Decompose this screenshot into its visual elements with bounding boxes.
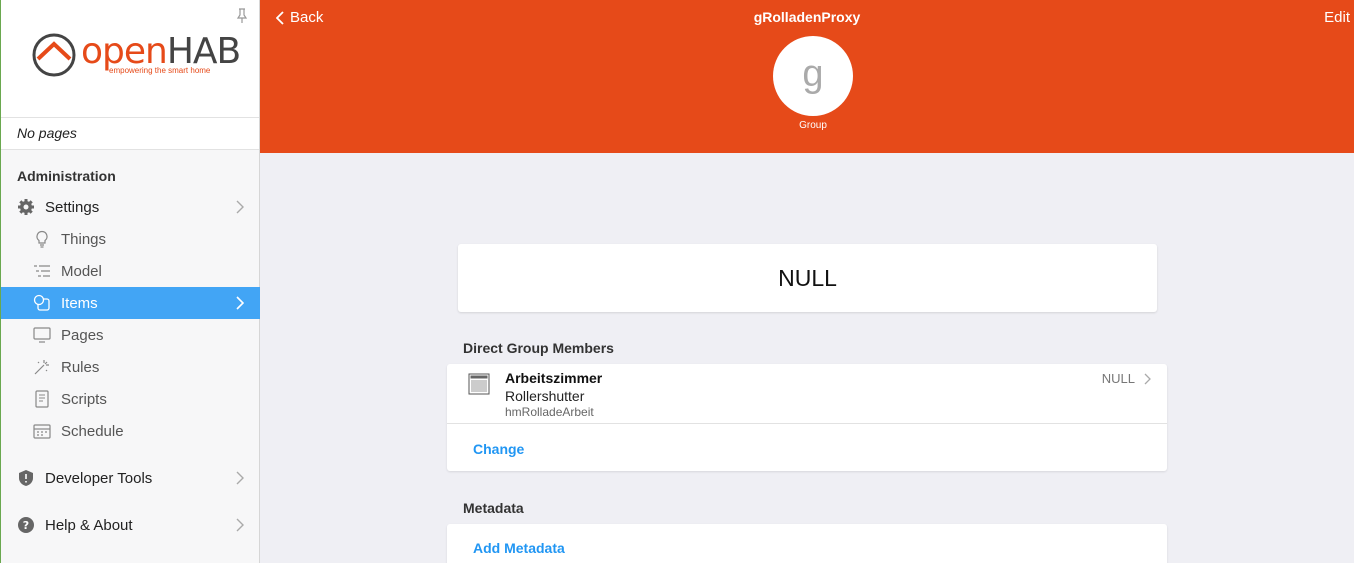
item-type-label: Group: [799, 120, 827, 131]
calendar-icon: [33, 424, 51, 439]
chevron-right-icon: [236, 200, 244, 214]
lightbulb-icon: [36, 230, 48, 248]
sidebar-item-pages[interactable]: Pages: [1, 319, 260, 351]
group-members-title: Direct Group Members: [463, 340, 614, 356]
no-pages-label: No pages: [1, 118, 259, 150]
chevron-right-icon: [236, 518, 244, 532]
add-metadata-link[interactable]: Add Metadata: [473, 540, 565, 556]
list-tree-icon: [34, 265, 50, 277]
member-name: Arbeitszimmer: [505, 370, 603, 386]
list-item[interactable]: Arbeitszimmer Rollershutter hmRolladeArb…: [447, 364, 1167, 424]
state-card: NULL: [458, 244, 1157, 312]
help-icon: ?: [18, 517, 34, 533]
page-header: Back gRolladenProxy Edit g Group: [260, 0, 1354, 153]
group-members-card: Arbeitszimmer Rollershutter hmRolladeArb…: [447, 364, 1167, 471]
member-state: NULL: [1101, 371, 1135, 386]
sidebar-item-schedule[interactable]: Schedule: [1, 415, 260, 447]
sidebar-item-label: Items: [61, 294, 98, 312]
chevron-right-icon: [236, 471, 244, 485]
chevron-right-icon: [236, 296, 244, 310]
sidebar-item-developer-tools[interactable]: Developer Tools: [1, 462, 260, 494]
sidebar-item-settings[interactable]: Settings: [1, 191, 260, 223]
sidebar-item-label: Pages: [61, 326, 104, 344]
sidebar-item-label: Developer Tools: [45, 469, 153, 487]
metadata-card: Add Metadata: [447, 524, 1167, 563]
sidebar-item-label: Model: [61, 262, 102, 280]
member-type: Rollershutter: [505, 388, 585, 404]
edit-button[interactable]: Edit: [1324, 9, 1350, 26]
monitor-icon: [33, 327, 51, 343]
sidebar-item-label: Rules: [61, 358, 100, 376]
pin-icon[interactable]: [235, 8, 249, 24]
logo-area: openHAB empowering the smart home: [1, 0, 259, 118]
document-icon: [35, 390, 49, 408]
sidebar-item-label: Schedule: [61, 422, 124, 440]
shield-icon: [19, 470, 33, 486]
sidebar-item-label: Things: [61, 230, 107, 248]
item-avatar: g: [773, 36, 853, 116]
logo-tagline: empowering the smart home: [109, 66, 211, 75]
change-members-link[interactable]: Change: [473, 441, 524, 457]
sidebar: openHAB empowering the smart home No pag…: [0, 0, 260, 563]
sidebar-item-help-about[interactable]: ? Help & About: [1, 509, 260, 541]
sidebar-item-rules[interactable]: Rules: [1, 351, 260, 383]
magic-wand-icon: [34, 360, 49, 375]
sidebar-item-items[interactable]: Items: [1, 287, 260, 319]
member-id: hmRolladeArbeit: [505, 405, 594, 419]
gear-icon: [18, 199, 34, 215]
administration-title: Administration: [17, 168, 116, 184]
items-shapes-icon: [33, 294, 50, 311]
metadata-title: Metadata: [463, 500, 524, 516]
logo-house-icon: [32, 33, 76, 77]
rollershutter-icon: [468, 373, 490, 395]
openhab-logo[interactable]: openHAB empowering the smart home: [31, 30, 241, 80]
svg-text:?: ?: [23, 519, 29, 532]
sidebar-item-label: Settings: [45, 198, 100, 216]
chevron-right-icon: [1144, 373, 1151, 385]
page-title: gRolladenProxy: [753, 9, 861, 25]
sidebar-item-label: Help & About: [45, 516, 133, 534]
sidebar-item-label: Scripts: [61, 390, 107, 408]
sidebar-item-scripts[interactable]: Scripts: [1, 383, 260, 415]
sidebar-item-things[interactable]: Things: [1, 223, 260, 255]
sidebar-item-model[interactable]: Model: [1, 255, 260, 287]
